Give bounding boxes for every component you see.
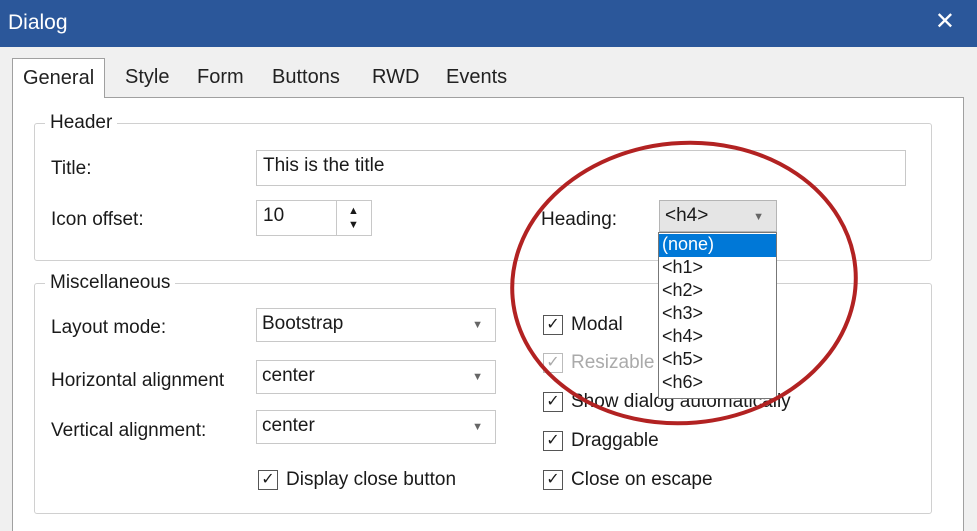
chevron-down-icon: ▼ xyxy=(472,319,483,331)
dropdown-option[interactable]: <h4> xyxy=(659,326,776,349)
stepper-buttons: ▲ ▼ xyxy=(336,201,371,235)
checkmark-icon: ✓ xyxy=(543,470,563,490)
modal-checkbox[interactable]: ✓ Modal xyxy=(543,313,663,339)
dropdown-option[interactable]: (none) xyxy=(659,234,776,257)
header-group: Header xyxy=(34,112,932,261)
tab-form[interactable]: Form xyxy=(197,66,244,89)
tab-panel-general: Header Title: This is the title Icon off… xyxy=(12,97,964,531)
checkmark-icon: ✓ xyxy=(543,392,563,412)
tab-rwd[interactable]: RWD xyxy=(372,66,419,89)
resizable-checkbox[interactable]: ✓ Resizable xyxy=(543,351,663,377)
dropdown-option[interactable]: <h1> xyxy=(659,257,776,280)
close-icon[interactable]: ✕ xyxy=(935,7,955,36)
display-close-checkbox[interactable]: ✓ Display close button xyxy=(258,468,498,494)
tab-events[interactable]: Events xyxy=(446,66,507,89)
icon-offset-stepper[interactable]: 10 ▲ ▼ xyxy=(256,200,372,236)
chevron-down-icon[interactable]: ▼ xyxy=(348,220,359,231)
dropdown-option[interactable]: <h3> xyxy=(659,303,776,326)
dropdown-option[interactable]: <h6> xyxy=(659,372,776,395)
vertical-alignment-select[interactable]: center ▼ xyxy=(256,410,496,444)
dropdown-option[interactable]: <h5> xyxy=(659,349,776,372)
checkmark-icon: ✓ xyxy=(543,431,563,451)
heading-dropdown-list: (none) <h1> <h2> <h3> <h4> <h5> <h6> xyxy=(658,232,777,399)
layout-mode-label: Layout mode: xyxy=(51,317,167,338)
vertical-alignment-label: Vertical alignment: xyxy=(51,420,207,441)
horizontal-alignment-label: Horizontal alignment xyxy=(51,370,225,391)
title-field[interactable]: This is the title xyxy=(256,150,906,186)
misc-group-legend: Miscellaneous xyxy=(45,272,176,294)
checkmark-icon: ✓ xyxy=(543,353,563,373)
title-bar: Dialog ✕ xyxy=(0,0,977,47)
tab-general[interactable]: General xyxy=(12,58,106,98)
draggable-label: Draggable xyxy=(571,430,659,451)
chevron-up-icon[interactable]: ▲ xyxy=(348,206,359,217)
horizontal-alignment-select[interactable]: center ▼ xyxy=(256,360,496,394)
tab-buttons[interactable]: Buttons xyxy=(272,66,340,89)
header-group-legend: Header xyxy=(45,112,118,134)
dropdown-option[interactable]: <h2> xyxy=(659,280,776,303)
display-close-label: Display close button xyxy=(286,469,457,490)
layout-mode-select[interactable]: Bootstrap ▼ xyxy=(256,308,496,342)
resizable-label: Resizable xyxy=(571,352,655,373)
dialog-window: Dialog ✕ General Style Form Buttons RWD … xyxy=(0,0,977,531)
horizontal-alignment-value: center xyxy=(262,365,315,386)
heading-select-value: <h4> xyxy=(665,205,709,226)
icon-offset-label: Icon offset: xyxy=(51,209,144,230)
draggable-checkbox[interactable]: ✓ Draggable xyxy=(543,429,683,455)
checkmark-icon: ✓ xyxy=(258,470,278,490)
chevron-down-icon: ▼ xyxy=(472,421,483,433)
heading-label: Heading: xyxy=(541,209,618,230)
chevron-down-icon: ▼ xyxy=(472,371,483,383)
modal-label: Modal xyxy=(571,314,623,335)
close-on-escape-label: Close on escape xyxy=(571,469,713,490)
icon-offset-value: 10 xyxy=(263,205,285,226)
layout-mode-value: Bootstrap xyxy=(262,313,344,334)
close-on-escape-checkbox[interactable]: ✓ Close on escape xyxy=(543,468,743,494)
tab-style[interactable]: Style xyxy=(125,66,169,89)
title-label: Title: xyxy=(51,158,92,179)
vertical-alignment-value: center xyxy=(262,415,315,436)
checkmark-icon: ✓ xyxy=(543,315,563,335)
chevron-down-icon: ▼ xyxy=(753,211,764,223)
window-title: Dialog xyxy=(8,11,68,34)
heading-select[interactable]: <h4> ▼ xyxy=(659,200,777,232)
